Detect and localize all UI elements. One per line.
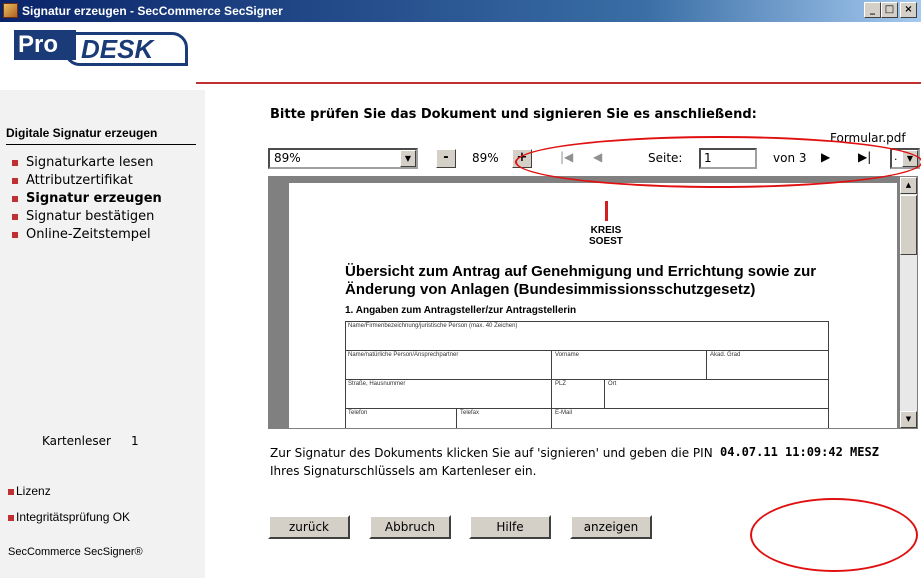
- kreis-soest-logo-icon: [605, 201, 608, 221]
- instruction-text: Bitte prüfen Sie das Dokument und signie…: [270, 107, 757, 122]
- step-item-signatur-erzeugen: Signatur erzeugen: [10, 190, 162, 208]
- step-label: Attributzertifikat: [26, 173, 133, 188]
- field-label: E-Mail: [555, 410, 573, 416]
- help-button[interactable]: Hilfe: [469, 515, 551, 539]
- bullet-icon: [12, 214, 18, 220]
- zoom-value: 89%: [274, 151, 301, 165]
- bullet-icon: [8, 515, 14, 521]
- bullet-icon: [12, 196, 18, 202]
- bullet-icon: [8, 489, 14, 495]
- card-reader-label: Kartenleser: [42, 434, 111, 448]
- card-reader-value: 1: [130, 434, 139, 448]
- step-label: Online-Zeitstempel: [26, 227, 151, 242]
- bullet-icon: [12, 178, 18, 184]
- sidebar-footer: SecCommerce SecSigner®: [8, 546, 143, 558]
- step-item-zeitstempel: Online-Zeitstempel: [10, 226, 162, 244]
- bullet-icon: [12, 232, 18, 238]
- sidebar: Digitale Signatur erzeugen Signaturkarte…: [0, 90, 205, 578]
- highlight-oval-toolbar: [515, 136, 921, 188]
- step-list: Signaturkarte lesen Attributzertifikat S…: [10, 154, 162, 244]
- prodesk-logo: DESK Pro: [6, 26, 196, 72]
- scroll-up-button[interactable]: ▲: [900, 177, 917, 194]
- signing-hint: Zur Signatur des Dokuments klicken Sie a…: [270, 446, 713, 478]
- card-reader-status: Kartenleser 1: [42, 434, 139, 448]
- form-row: Telefon Telefax E-Mail: [345, 408, 829, 428]
- form-row: Name/natürliche Person/Ansprechpartner V…: [345, 350, 829, 380]
- license-label: Lizenz: [16, 484, 51, 498]
- minimize-button[interactable]: _: [864, 2, 881, 18]
- highlight-oval-sign: [750, 498, 918, 572]
- step-item-attributzertifikat: Attributzertifikat: [10, 172, 162, 190]
- integrity-status[interactable]: Integritätsprüfung OK: [8, 510, 130, 524]
- cancel-button[interactable]: Abbruch: [369, 515, 451, 539]
- app-icon: [3, 3, 18, 18]
- logo-desk: DESK: [64, 32, 188, 66]
- integrity-label: Integritätsprüfung OK: [16, 510, 131, 524]
- timestamp: 04.07.11 11:09:42 MESZ: [720, 445, 879, 459]
- step-item-signatur-bestaetigen: Signatur bestätigen: [10, 208, 162, 226]
- field-label: Straße, Hausnummer: [348, 381, 406, 387]
- field-label: Akad. Grad: [710, 352, 741, 358]
- maximize-button[interactable]: □: [881, 2, 898, 18]
- close-button[interactable]: ×: [900, 2, 917, 18]
- field-label: Name/Firmenbezeichnung/juristische Perso…: [348, 323, 518, 329]
- logo-pro: Pro: [14, 30, 76, 60]
- window-controls: _ □ ×: [864, 2, 917, 18]
- chevron-down-icon[interactable]: ▼: [400, 150, 416, 167]
- bullet-icon: [12, 160, 18, 166]
- document-viewer[interactable]: KREIS SOEST Übersicht zum Antrag auf Gen…: [268, 176, 918, 429]
- zoom-label: 89%: [472, 151, 499, 165]
- title-bar: Signatur erzeugen - SecCommerce SecSigne…: [0, 0, 921, 22]
- field-label: Telefon: [348, 410, 368, 416]
- back-button[interactable]: zurück: [268, 515, 350, 539]
- step-label: Signaturkarte lesen: [26, 155, 154, 170]
- step-label: Signatur erzeugen: [26, 191, 162, 206]
- sidebar-heading-divider: [6, 144, 196, 145]
- scroll-down-button[interactable]: ▼: [900, 411, 917, 428]
- form-row: Straße, Hausnummer PLZ Ort: [345, 379, 829, 409]
- zoom-out-button[interactable]: -: [436, 149, 456, 168]
- org-name-line1: KREIS: [590, 225, 622, 236]
- document-page: KREIS SOEST Übersicht zum Antrag auf Gen…: [289, 183, 897, 428]
- document-section-heading: 1. Angaben zum Antragsteller/zur Antrags…: [345, 305, 577, 316]
- step-label: Signatur bestätigen: [26, 209, 155, 224]
- header-divider: [196, 82, 921, 84]
- org-name: KREIS SOEST: [589, 225, 623, 247]
- license-link[interactable]: Lizenz: [8, 484, 51, 498]
- vertical-scrollbar[interactable]: ▲ ▼: [900, 177, 917, 428]
- sidebar-heading: Digitale Signatur erzeugen: [6, 126, 158, 140]
- scroll-thumb[interactable]: [900, 195, 917, 255]
- form-row: Name/Firmenbezeichnung/juristische Perso…: [345, 321, 829, 350]
- window-title: Signatur erzeugen - SecCommerce SecSigne…: [22, 4, 283, 18]
- field-label: Telefax: [460, 410, 480, 416]
- field-label: Ort: [608, 381, 617, 387]
- org-name-line2: SOEST: [589, 236, 623, 247]
- document-title: Übersicht zum Antrag auf Genehmigung und…: [345, 263, 817, 298]
- show-button[interactable]: anzeigen: [570, 515, 652, 539]
- step-item-signaturkarte: Signaturkarte lesen: [10, 154, 162, 172]
- zoom-select[interactable]: 89% ▼: [268, 148, 418, 169]
- field-label: PLZ: [555, 381, 567, 387]
- field-label: Vorname: [555, 352, 580, 358]
- field-label: Name/natürliche Person/Ansprechpartner: [348, 352, 459, 358]
